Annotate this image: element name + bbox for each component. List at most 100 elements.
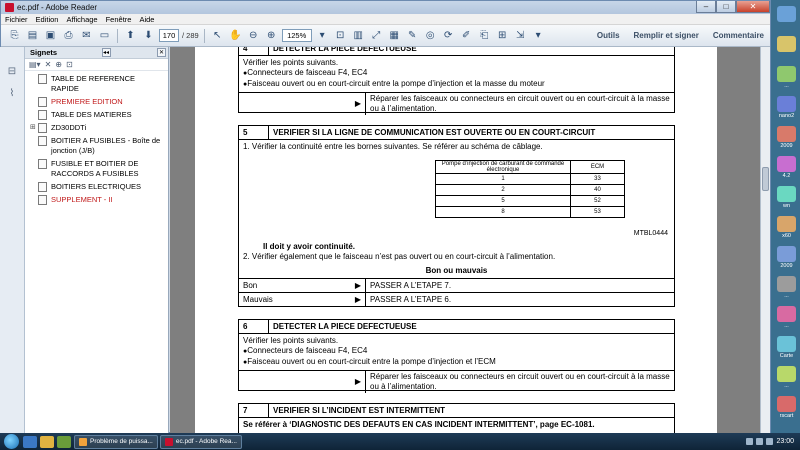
collapse-panel-icon[interactable]: ◂◂ [101, 48, 111, 57]
expand-bookmark-icon[interactable]: ⊡ [66, 60, 73, 69]
start-button[interactable] [4, 434, 19, 449]
zoom-out-icon[interactable]: ⊖ [246, 28, 261, 43]
save-icon[interactable]: ▣ [43, 28, 58, 43]
menu-affichage[interactable]: Affichage [66, 15, 97, 24]
zoom-in-icon[interactable]: ⊕ [264, 28, 279, 43]
previous-page-icon[interactable]: ⬆ [123, 28, 138, 43]
flag-icon[interactable] [766, 438, 774, 445]
customize-dropdown-icon[interactable]: ▾ [531, 28, 546, 43]
close-panel-icon[interactable]: ✕ [157, 48, 166, 57]
desktop-shortcut-label: ... [784, 323, 789, 329]
bookmark-item[interactable]: BOITIER A FUSIBLES - Boîte de jonction (… [25, 136, 168, 156]
share-icon[interactable]: ⇲ [513, 28, 528, 43]
desktop-shortcut-label: x60 [782, 233, 791, 239]
arrow-icon: ▶ [354, 295, 361, 304]
maximize-button[interactable]: □ [716, 1, 736, 13]
table-row: 1 33 [435, 173, 625, 185]
desktop-shortcut-icon[interactable] [777, 216, 796, 232]
menu-fenetre[interactable]: Fenêtre [106, 15, 132, 24]
new-bookmark-icon[interactable]: ⊕ [55, 60, 62, 69]
step-5-body: 1. Vérifier la continuité entre les born… [239, 140, 674, 154]
next-page-icon[interactable]: ⬇ [141, 28, 156, 43]
comment-icon[interactable]: ▭ [97, 28, 112, 43]
read-mode-icon[interactable]: ▦ [387, 28, 402, 43]
step-6-action-row: ▶ Réparer les faisceaux ou connecteurs e… [239, 370, 674, 393]
fit-width-icon[interactable]: ▥ [351, 28, 366, 43]
fit-page-icon[interactable]: ⊡ [333, 28, 348, 43]
desktop-shortcut-icon[interactable] [777, 336, 796, 352]
bookmarks-tools: ▤▾ ✕ ⊕ ⊡ [25, 59, 168, 71]
browser-icon [79, 437, 87, 446]
menu-fichier[interactable]: Fichier [5, 15, 28, 24]
rotate-icon[interactable]: ⟳ [441, 28, 456, 43]
comment-pane-button[interactable]: Commentaire [713, 31, 764, 40]
bookmark-item[interactable]: PREMIERE EDITION [25, 97, 168, 107]
zoom-dropdown-icon[interactable]: ▾ [315, 28, 330, 43]
desktop-shortcut-icon[interactable] [777, 126, 796, 142]
note-icon[interactable]: ✐ [459, 28, 474, 43]
verdict-row-good: Bon ▶ PASSER A L’ETAPE 7. [239, 278, 674, 292]
desktop-shortcut-icon[interactable] [777, 6, 796, 22]
menu-edition[interactable]: Edition [36, 15, 59, 24]
bookmark-item[interactable]: ⊞ ZD30DDTi [25, 123, 168, 133]
scrollbar-thumb[interactable] [762, 167, 769, 191]
step-6-number: 6 [239, 320, 269, 333]
zoom-level-input[interactable]: 125% [281, 29, 312, 42]
table-cell: 40 [570, 184, 625, 196]
bookmark-item[interactable]: SUPPLEMENT - II [25, 195, 168, 205]
close-button[interactable]: ✕ [736, 1, 770, 13]
toolbar-separator [203, 28, 205, 43]
desktop-shortcut-icon[interactable] [777, 246, 796, 262]
table-row: 8 53 [435, 206, 625, 218]
document-viewport[interactable]: 4 DETECTER LA PIECE DEFECTUEUSE Vérifier… [170, 47, 760, 433]
bookmark-item[interactable]: TABLE DE REFERENCE RAPIDE [25, 74, 168, 94]
desktop-shortcut-icon[interactable] [777, 96, 796, 112]
desktop-shortcut-label: wn [782, 203, 791, 209]
vertical-scrollbar[interactable] [760, 47, 770, 433]
desktop-icon-column: ... nano2 2009 4.2 wn x60 2009...... Carte... rs… [773, 0, 800, 433]
title-bar[interactable]: ec.pdf - Adobe Reader ‒ □ ✕ [1, 1, 770, 14]
menu-aide[interactable]: Aide [139, 15, 154, 24]
email-icon[interactable]: ✉ [79, 28, 94, 43]
bookmark-item[interactable]: FUSIBLE ET BOITIER DE RACCORDS A FUSIBLE… [25, 159, 168, 179]
create-icon[interactable]: ⎘ [7, 28, 22, 43]
explorer-icon[interactable] [40, 435, 54, 448]
desktop-shortcut-icon[interactable] [777, 66, 796, 82]
ie-icon[interactable] [23, 435, 37, 448]
desktop-shortcut-icon[interactable] [777, 156, 796, 172]
minimize-button[interactable]: ‒ [696, 1, 716, 13]
attachments-paperclip-icon[interactable]: ⌇ [6, 87, 18, 99]
volume-icon[interactable] [756, 438, 764, 445]
bookmark-options-icon[interactable]: ▤▾ [29, 60, 41, 69]
bookmark-item[interactable]: TABLE DES MATIERES [25, 110, 168, 120]
hand-tool-icon[interactable]: ✋ [228, 28, 243, 43]
media-icon[interactable] [57, 435, 71, 448]
print-icon[interactable]: ⎙ [61, 28, 76, 43]
attach-icon[interactable]: ⎗ [477, 28, 492, 43]
page-number-input[interactable]: 170 [159, 29, 179, 42]
delete-bookmark-icon[interactable]: ✕ [45, 60, 52, 69]
network-icon[interactable] [746, 438, 754, 445]
taskbar-item-adobe-reader[interactable]: ec.pdf - Adobe Rea... [159, 434, 242, 449]
tools-pane-button[interactable]: Outils [597, 31, 620, 40]
desktop-shortcut-icon[interactable] [777, 366, 796, 382]
bookmark-page-icon [38, 110, 47, 120]
expand-icon[interactable]: ⊞ [30, 123, 38, 133]
clock[interactable]: 23:00 [776, 438, 794, 445]
bookmarks-panel-icon[interactable]: ⊟ [6, 65, 18, 77]
select-tool-icon[interactable]: ↖ [210, 28, 225, 43]
desktop-shortcut-icon[interactable] [777, 306, 796, 322]
desktop-shortcut-icon[interactable] [777, 396, 796, 412]
desktop-shortcut-icon[interactable] [777, 36, 796, 52]
taskbar-item-browser[interactable]: Problème de puissa... [74, 434, 158, 449]
fill-sign-pane-button[interactable]: Remplir et signer [634, 31, 699, 40]
desktop-shortcut-icon[interactable] [777, 186, 796, 202]
bookmark-item[interactable]: BOITIERS ELECTRIQUES [25, 182, 168, 192]
highlight-icon[interactable]: ◎ [423, 28, 438, 43]
sign-icon[interactable]: ✎ [405, 28, 420, 43]
bookmark-page-icon [38, 182, 47, 192]
desktop-shortcut-icon[interactable] [777, 276, 796, 292]
open-icon[interactable]: ▤ [25, 28, 40, 43]
stamp-icon[interactable]: ⊞ [495, 28, 510, 43]
fullscreen-icon[interactable]: ⤢ [369, 28, 384, 43]
